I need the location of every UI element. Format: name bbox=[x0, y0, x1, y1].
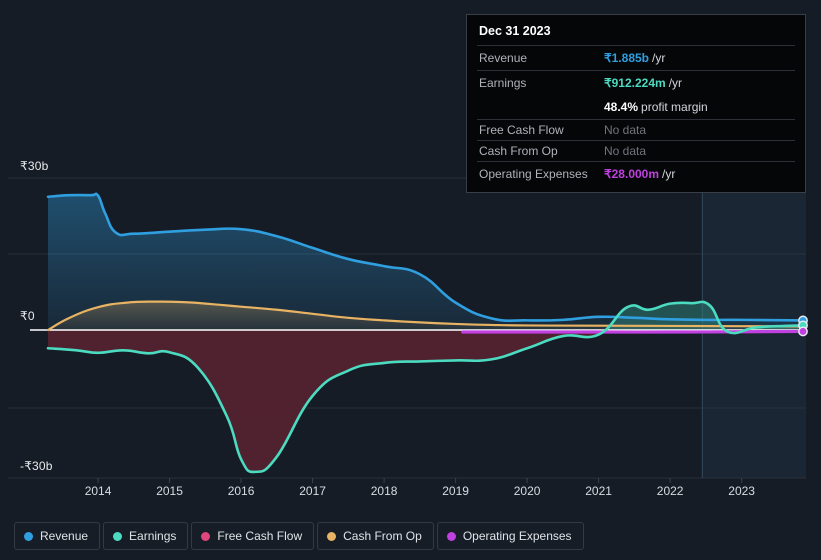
chart-tooltip: Dec 31 2023 Revenue ₹1.885b/yr Earnings … bbox=[466, 14, 806, 193]
tooltip-value-operating-expenses: ₹28.000m bbox=[604, 167, 660, 181]
legend-label: Cash From Op bbox=[343, 529, 422, 543]
tooltip-value-cash-from-op: No data bbox=[604, 144, 647, 158]
x-axis-tick-2016: 2016 bbox=[227, 484, 255, 498]
tooltip-key-free-cash-flow: Free Cash Flow bbox=[479, 123, 564, 137]
tooltip-row-operating-expenses: Operating Expenses ₹28.000m/yr bbox=[477, 161, 795, 186]
legend-dot-icon bbox=[201, 531, 211, 541]
legend-dot-icon bbox=[24, 531, 33, 541]
operating-expenses-line bbox=[461, 329, 808, 334]
tooltip-date: Dec 31 2023 bbox=[479, 24, 551, 38]
y-axis-label-bottom: -₹30b bbox=[20, 459, 53, 473]
legend-label: Operating Expenses bbox=[462, 529, 572, 543]
legend-item-revenue[interactable]: Revenue bbox=[14, 522, 101, 550]
x-axis-tick-2017: 2017 bbox=[299, 484, 326, 498]
x-axis-tick-2015: 2015 bbox=[156, 484, 183, 498]
legend-item-cash-from-op[interactable]: Cash From Op bbox=[317, 522, 434, 550]
tooltip-value-earnings: ₹912.224m bbox=[604, 76, 666, 90]
tooltip-label-profit-margin: profit margin bbox=[641, 100, 708, 114]
tooltip-key-revenue: Revenue bbox=[479, 51, 528, 65]
tooltip-key-earnings: Earnings bbox=[479, 76, 527, 90]
tooltip-row-profit-margin: 48.4% profit margin bbox=[477, 95, 795, 119]
tooltip-row-cash-from-op: Cash From Op No data bbox=[477, 140, 795, 161]
legend-dot-icon bbox=[113, 531, 123, 541]
legend-label: Earnings bbox=[129, 529, 177, 543]
tooltip-value-profit-margin: 48.4% bbox=[604, 100, 639, 114]
tooltip-suffix-revenue: /yr bbox=[652, 51, 666, 65]
legend-label: Revenue bbox=[40, 529, 89, 543]
tooltip-value-free-cash-flow: No data bbox=[604, 123, 647, 137]
tooltip-row-free-cash-flow: Free Cash Flow No data bbox=[477, 119, 795, 140]
chart-legend: Revenue Earnings Free Cash Flow Cash From O… bbox=[0, 512, 821, 560]
x-axis-tick-2022: 2022 bbox=[656, 484, 684, 498]
x-axis-tick-2018: 2018 bbox=[370, 484, 398, 498]
legend-item-operating-expenses[interactable]: Operating Expenses bbox=[436, 522, 584, 550]
tooltip-value-revenue: ₹1.885b bbox=[604, 51, 649, 65]
x-axis-tick-2020: 2020 bbox=[513, 484, 541, 498]
x-axis-tick-2019: 2019 bbox=[442, 484, 469, 498]
tooltip-suffix-earnings: /yr bbox=[668, 76, 683, 90]
legend-item-earnings[interactable]: Earnings bbox=[103, 522, 189, 550]
x-axis-tick-2023: 2023 bbox=[728, 484, 755, 498]
tooltip-key-cash-from-op: Cash From Op bbox=[479, 144, 558, 158]
legend-item-free-cash-flow[interactable]: Free Cash Flow bbox=[191, 522, 315, 550]
tooltip-row-revenue: Revenue ₹1.885b/yr bbox=[477, 45, 795, 70]
y-axis-label-top: ₹30b bbox=[20, 159, 49, 173]
x-axis-tick-2014: 2014 bbox=[84, 484, 112, 498]
tooltip-suffix-operating-expenses: /yr bbox=[662, 167, 676, 181]
tooltip-row-earnings: Earnings ₹912.224m/yr bbox=[477, 70, 795, 95]
legend-dot-icon bbox=[327, 531, 337, 541]
x-axis-tick-2021: 2021 bbox=[585, 484, 612, 498]
operating-expenses-endpoint-marker bbox=[798, 326, 808, 337]
y-axis-label-zero: ₹0 bbox=[20, 309, 35, 323]
tooltip-key-operating-expenses: Operating Expenses bbox=[479, 167, 588, 181]
legend-label: Free Cash Flow bbox=[217, 529, 303, 543]
legend-dot-icon bbox=[446, 531, 456, 541]
